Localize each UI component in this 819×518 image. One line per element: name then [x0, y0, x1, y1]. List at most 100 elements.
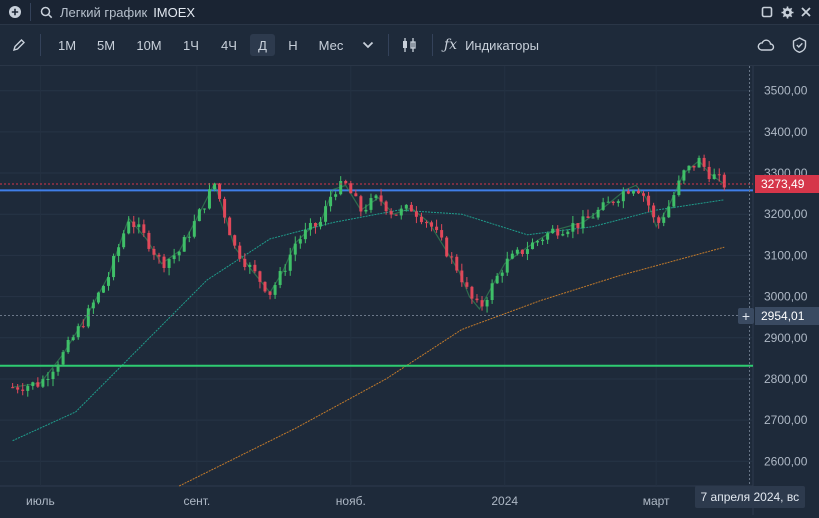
candle-body [697, 157, 701, 168]
candle-body [515, 249, 519, 254]
interval-10m[interactable]: 10М [132, 34, 166, 56]
candle-body [561, 234, 565, 236]
candle [525, 241, 529, 261]
interval-month[interactable]: Мес [314, 34, 348, 56]
candle-body [657, 217, 661, 223]
current-price-value: 3273,49 [761, 176, 805, 191]
candle [21, 383, 25, 396]
cursor-date-value: 7 апреля 2024, вс [700, 490, 800, 504]
candle-body [636, 190, 640, 194]
interval-4h[interactable]: 4Ч [215, 34, 243, 56]
candle-body [722, 174, 726, 188]
indicators-button[interactable]: ƒx Индикаторы [444, 34, 554, 56]
candle-body [308, 223, 312, 230]
candle-body [197, 209, 201, 222]
candle-body [56, 364, 60, 372]
candle-body [107, 277, 111, 286]
gear-icon[interactable] [781, 0, 794, 24]
interval-1m[interactable]: 1М [52, 34, 82, 56]
candle [460, 263, 464, 287]
candle [308, 218, 312, 236]
candle [359, 194, 363, 217]
candle [202, 208, 206, 214]
candle-body [218, 183, 222, 199]
candle-body [525, 249, 529, 255]
candle [207, 183, 211, 210]
candle [480, 296, 484, 311]
candle-body [238, 245, 242, 259]
candle-body [662, 217, 666, 223]
price-chart[interactable]: 3500,00 3400,00 3300,00 3200,00 3100,00 3000,… [0, 66, 819, 515]
candle-body [207, 189, 211, 209]
candle [566, 229, 570, 238]
ticker-label: IMOEX [153, 4, 196, 20]
candle-body [127, 221, 131, 234]
candle [611, 200, 615, 206]
interval-1h[interactable]: 1Ч [178, 34, 204, 56]
close-icon[interactable] [800, 0, 812, 24]
candle-body [66, 340, 70, 353]
candle-body [112, 255, 116, 278]
candle-body [414, 211, 418, 217]
candle-body [26, 386, 30, 391]
y-tick-label: 3400,00 [764, 125, 808, 139]
candle [722, 172, 726, 191]
interval-week[interactable]: Н [282, 34, 304, 56]
candle [197, 208, 201, 222]
candle-body [344, 180, 348, 184]
candle-body [621, 191, 625, 202]
candle [657, 215, 661, 229]
candle [41, 375, 45, 389]
symbol-search-input[interactable]: Легкий график IMOEX [60, 0, 320, 24]
candle-body [253, 264, 257, 272]
candle [349, 180, 353, 194]
candle [228, 216, 232, 236]
candle-body [712, 174, 716, 180]
candle-body [157, 254, 161, 257]
candle-body [21, 389, 25, 391]
candle-body [687, 165, 691, 171]
candle-body [626, 191, 630, 194]
pencil-icon[interactable] [8, 34, 30, 56]
candle [268, 291, 272, 300]
candle-body [81, 326, 85, 328]
candle-body [450, 256, 454, 258]
candle-body [172, 255, 176, 260]
candle [66, 336, 70, 354]
candle [581, 210, 585, 234]
candle-body [606, 201, 610, 203]
candle-body [268, 291, 272, 295]
cursor-price-value: 2954,01 [761, 308, 805, 323]
search-icon[interactable] [40, 0, 53, 24]
candle-body [384, 201, 388, 212]
chart-canvas[interactable]: 3500,003400,003300,003200,003100,003000,… [0, 66, 819, 515]
add-level-button[interactable]: + [738, 307, 754, 324]
candle-body [596, 209, 600, 218]
candle-body [485, 299, 489, 307]
interval-5m[interactable]: 5М [91, 34, 121, 56]
candle-body [167, 259, 171, 268]
shield-check-icon[interactable] [788, 34, 810, 56]
candle-body [520, 249, 524, 255]
add-chart-icon[interactable] [6, 0, 24, 24]
chevron-down-icon[interactable] [358, 34, 378, 56]
candle [147, 230, 151, 252]
candle-body [667, 206, 671, 218]
candle-body [91, 302, 95, 309]
candle [187, 231, 191, 243]
candle [117, 243, 121, 263]
candle-body [339, 180, 343, 195]
candle-body [334, 194, 338, 197]
candle [369, 193, 373, 213]
candle-body [293, 243, 297, 255]
maximize-icon[interactable] [761, 0, 773, 24]
candle [11, 383, 15, 389]
candles-icon[interactable] [398, 34, 420, 56]
cloud-icon[interactable] [755, 34, 777, 56]
candle [490, 279, 494, 304]
candle [430, 220, 434, 232]
candle-body [31, 382, 35, 387]
interval-day[interactable]: Д [250, 34, 275, 56]
candle-body [364, 209, 368, 212]
candle-body [288, 254, 292, 271]
